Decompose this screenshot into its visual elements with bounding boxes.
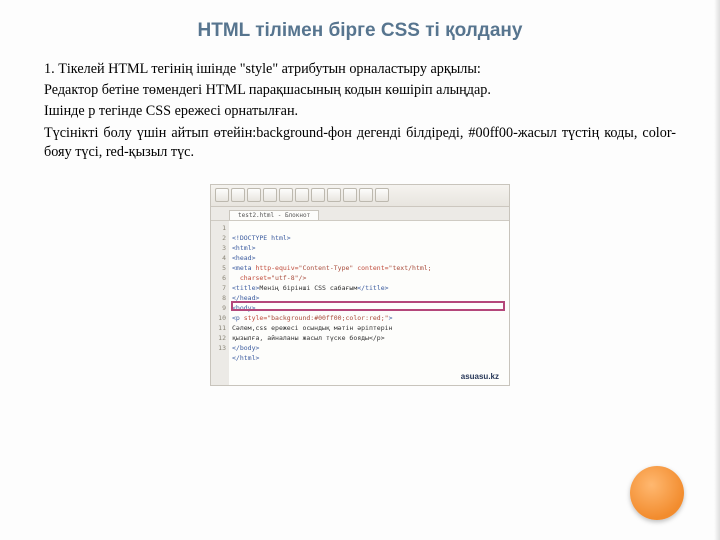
line-number: 3 xyxy=(214,243,226,253)
code-token: Менің бірінші CSS сабағым xyxy=(259,284,357,292)
toolbar-button xyxy=(279,188,293,202)
decorative-circle-icon xyxy=(630,466,684,520)
code-token: </title> xyxy=(357,284,388,292)
toolbar-button xyxy=(359,188,373,202)
code-token: charset= xyxy=(240,274,271,282)
toolbar-button xyxy=(231,188,245,202)
toolbar-button xyxy=(295,188,309,202)
code-token: "utf-8"/> xyxy=(271,274,306,282)
line-number: 5 xyxy=(214,263,226,273)
code-line: <html> xyxy=(232,244,255,252)
code-line: </body> xyxy=(232,344,259,352)
paragraph-4: Түсінікті болу үшін айтып өтейін:backgro… xyxy=(44,124,676,162)
code-token: > xyxy=(389,314,393,322)
code-token: "Content-Type" xyxy=(299,264,358,272)
line-number: 2 xyxy=(214,233,226,243)
code-line: </html> xyxy=(232,354,259,362)
code-content: <!DOCTYPE html> <html> <head> <meta http… xyxy=(229,221,509,385)
code-token: "text/html; xyxy=(389,264,432,272)
paragraph-2: Редактор бетіне төмендегі HTML парақшасы… xyxy=(44,81,676,100)
editor-tab: test2.html - Блокнот xyxy=(229,210,319,220)
code-token: "background:#00ff00;color:red;" xyxy=(267,314,388,322)
code-token: http-equiv= xyxy=(255,264,298,272)
toolbar-button xyxy=(327,188,341,202)
line-number: 8 xyxy=(214,293,226,303)
code-token: <p xyxy=(232,314,244,322)
line-number: 1 xyxy=(214,223,226,233)
code-line: Сәлем,css ережесі осындық мәтін әріптері… xyxy=(232,324,392,332)
line-gutter: 1 2 3 4 5 6 7 8 9 10 11 12 13 xyxy=(211,221,229,385)
code-token: <meta xyxy=(232,264,255,272)
code-line: </head> xyxy=(232,294,259,302)
highlight-box xyxy=(231,301,505,311)
line-number: 11 xyxy=(214,323,226,333)
toolbar-button xyxy=(215,188,229,202)
line-number: 13 xyxy=(214,343,226,353)
editor-toolbar xyxy=(211,185,509,207)
toolbar-button xyxy=(375,188,389,202)
toolbar-button xyxy=(247,188,261,202)
line-number: 4 xyxy=(214,253,226,263)
code-line: <body> xyxy=(232,304,255,312)
line-number: 10 xyxy=(214,313,226,323)
code-token: style= xyxy=(244,314,267,322)
code-token: <title> xyxy=(232,284,259,292)
code-line: <!DOCTYPE html> xyxy=(232,234,291,242)
toolbar-button xyxy=(311,188,325,202)
line-number: 9 xyxy=(214,303,226,313)
paragraph-1: 1. Тікелей HTML тегінің ішінде "style" а… xyxy=(44,60,676,79)
line-number: 7 xyxy=(214,283,226,293)
line-number: 12 xyxy=(214,333,226,343)
toolbar-button xyxy=(263,188,277,202)
paragraph-3: Ішінде p тегінде CSS ережесі орнатылған. xyxy=(44,102,676,121)
code-line: <head> xyxy=(232,254,255,262)
code-token: content= xyxy=(357,264,388,272)
side-shadow xyxy=(714,0,720,540)
code-editor-screenshot: test2.html - Блокнот 1 2 3 4 5 6 7 8 9 1… xyxy=(210,184,510,386)
editor-code-area: 1 2 3 4 5 6 7 8 9 10 11 12 13 <!DOCTYPE … xyxy=(211,221,509,385)
slide: HTML тілімен бірге CSS ті қолдану 1. Тік… xyxy=(0,0,720,540)
editor-tabs: test2.html - Блокнот xyxy=(211,207,509,221)
body-text: 1. Тікелей HTML тегінің ішінде "style" а… xyxy=(44,60,676,162)
line-number: 6 xyxy=(214,273,226,283)
toolbar-button xyxy=(343,188,357,202)
watermark: asuasu.kz xyxy=(461,372,499,381)
code-line: қызылға, айналаны жасыл түске бояды</p> xyxy=(232,334,385,342)
page-title: HTML тілімен бірге CSS ті қолдану xyxy=(44,20,676,42)
